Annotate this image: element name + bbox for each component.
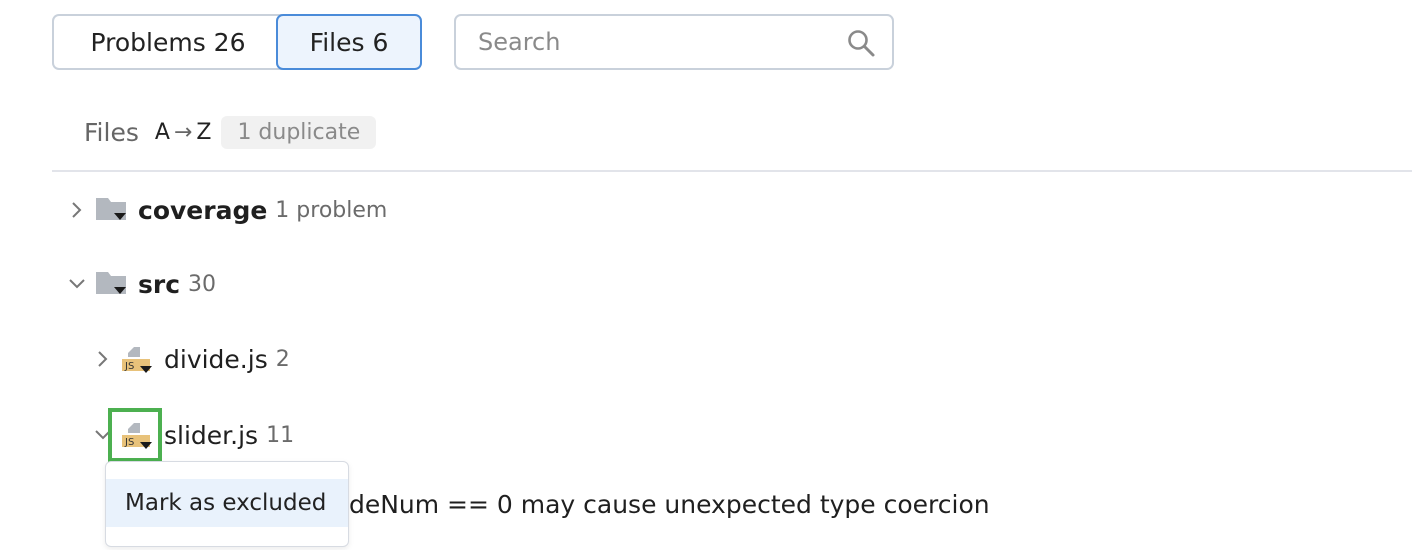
menu-item-mark-as-excluded[interactable]: Mark as excluded [106, 479, 348, 527]
chevron-down-icon[interactable] [68, 275, 86, 293]
tree-item-name: coverage [138, 195, 268, 225]
tree-item-meta: 30 [188, 271, 217, 297]
files-title: Files [84, 118, 139, 147]
icon-focus-highlight [108, 408, 162, 462]
files-header: Files A → Z 1 duplicate [84, 116, 377, 149]
svg-text:JS: JS [124, 361, 134, 372]
tree-item-coverage[interactable]: coverage 1 problem [68, 190, 387, 230]
duplicate-badge[interactable]: 1 duplicate [221, 116, 377, 149]
tab-files[interactable]: Files 6 [276, 14, 422, 70]
tab-problems[interactable]: Problems 26 [52, 14, 282, 70]
tree-item-meta: 2 [275, 346, 290, 372]
view-tabs: Problems 26 Files 6 [52, 14, 422, 70]
context-menu: Mark as excluded [105, 461, 349, 547]
tree-item-meta: 11 [266, 422, 295, 448]
search-box [454, 14, 894, 70]
header-divider [52, 170, 1412, 172]
sort-to: Z [196, 120, 212, 145]
sort-toggle[interactable]: A → Z [155, 120, 212, 145]
tree-item-name: slider.js [164, 420, 259, 450]
sort-from: A [154, 120, 170, 145]
problem-item[interactable]: ideNum == 0 may cause unexpected type co… [342, 490, 990, 519]
tree-item-name: src [138, 269, 181, 299]
folder-icon[interactable] [96, 272, 128, 296]
tree-item-name: divide.js [164, 344, 268, 374]
chevron-right-icon[interactable] [94, 350, 112, 368]
tree-item-src[interactable]: src 30 [68, 264, 216, 304]
js-file-icon[interactable]: JS [120, 343, 154, 375]
folder-icon[interactable] [96, 198, 128, 222]
search-input[interactable] [476, 27, 840, 57]
chevron-right-icon[interactable] [68, 201, 86, 219]
search-icon[interactable] [846, 28, 876, 58]
arrow-right-icon: → [173, 120, 193, 145]
tree-item-meta: 1 problem [275, 197, 388, 223]
tree-item-divide-js[interactable]: JS divide.js 2 [94, 339, 290, 379]
